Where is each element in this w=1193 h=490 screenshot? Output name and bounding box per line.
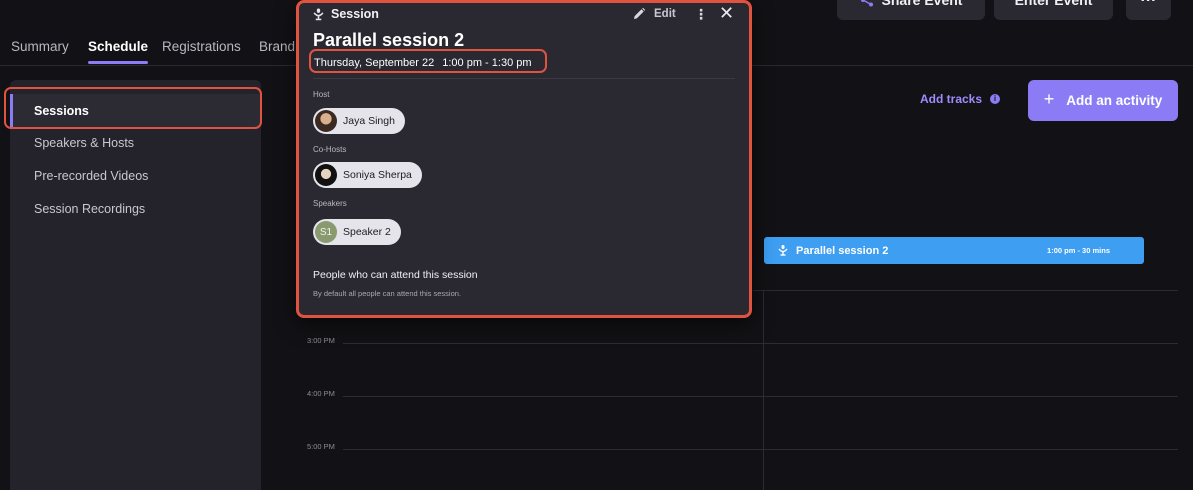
grid-line — [343, 449, 1178, 450]
popup-time: 1:00 pm - 1:30 pm — [442, 57, 532, 69]
grid-line — [753, 290, 1178, 291]
tab-brand[interactable]: Brand — [259, 39, 295, 54]
host-name: Jaya Singh — [343, 115, 395, 127]
sidebar-item-sessions[interactable]: Sessions — [10, 94, 261, 127]
edit-button[interactable]: Edit — [632, 7, 676, 21]
cohosts-label: Co-Hosts — [313, 145, 347, 154]
grid-column-divider — [763, 290, 764, 490]
sidebar-item-prerecorded-videos[interactable]: Pre-recorded Videos — [10, 159, 261, 192]
tab-registrations[interactable]: Registrations — [162, 39, 241, 54]
avatar: S1 — [315, 221, 337, 243]
share-event-label: Share Event — [881, 0, 963, 8]
add-tracks-label: Add tracks — [920, 92, 983, 106]
add-activity-label: Add an activity — [1066, 93, 1163, 108]
session-block[interactable]: Parallel session 2 1:00 pm - 30 mins — [764, 237, 1144, 264]
grid-line — [343, 396, 1178, 397]
time-label: 3:00 PM — [307, 336, 335, 345]
divider — [313, 78, 735, 79]
sidebar-item-label: Session Recordings — [34, 201, 146, 216]
popup-title: Parallel session 2 — [313, 30, 465, 50]
grid-line — [343, 343, 1178, 344]
session-details-popup: Session Edit ⋮ ✕ Parallel session 2 Thur… — [296, 0, 752, 318]
sidebar-item-label: Pre-recorded Videos — [34, 168, 149, 183]
popup-date: Thursday, September 22 — [314, 57, 435, 69]
sidebar-item-label: Speakers & Hosts — [34, 135, 135, 150]
attend-title: People who can attend this session — [313, 269, 478, 281]
avatar — [315, 110, 337, 132]
popup-header: Session — [313, 7, 379, 21]
enter-event-button[interactable]: Enter Event — [994, 0, 1113, 20]
time-label: 4:00 PM — [307, 389, 335, 398]
add-tracks-button[interactable]: Add tracks i — [920, 92, 1001, 106]
avatar — [315, 164, 337, 186]
session-icon — [313, 7, 324, 20]
info-icon: i — [990, 94, 1001, 104]
host-chip[interactable]: Jaya Singh — [313, 108, 405, 134]
add-activity-button[interactable]: + Add an activity — [1028, 80, 1178, 121]
session-block-name: Parallel session 2 — [796, 244, 889, 257]
host-label: Host — [313, 90, 330, 99]
speakers-label: Speakers — [313, 199, 347, 208]
sidebar-item-speakers-hosts[interactable]: Speakers & Hosts — [10, 126, 261, 159]
sidebar: Sessions Speakers & Hosts Pre-recorded V… — [10, 80, 261, 490]
sidebar-item-session-recordings[interactable]: Session Recordings — [10, 192, 261, 225]
session-block-time: 1:00 pm - 30 mins — [1047, 246, 1110, 255]
session-icon — [778, 245, 788, 256]
popup-datetime: Thursday, September 22 1:00 pm - 1:30 pm — [314, 57, 532, 69]
share-event-button[interactable]: Share Event — [837, 0, 985, 20]
tab-schedule[interactable]: Schedule — [88, 39, 149, 64]
cohost-name: Soniya Sherpa — [343, 169, 412, 181]
edit-label: Edit — [654, 8, 676, 20]
enter-event-label: Enter Event — [1014, 0, 1093, 8]
edit-pencil-icon — [634, 7, 646, 19]
more-label: ··· — [1140, 0, 1157, 9]
sidebar-item-label: Sessions — [34, 103, 89, 118]
share-icon — [860, 0, 873, 7]
time-label: 5:00 PM — [307, 442, 335, 451]
tab-summary[interactable]: Summary — [11, 39, 69, 54]
kebab-menu-icon[interactable]: ⋮ — [694, 6, 708, 23]
cohost-chip[interactable]: Soniya Sherpa — [313, 162, 422, 188]
attend-subtitle: By default all people can attend this se… — [313, 289, 462, 298]
plus-icon: + — [1043, 89, 1055, 109]
close-icon[interactable]: ✕ — [719, 3, 734, 24]
speaker-name: Speaker 2 — [343, 226, 391, 238]
more-options-button[interactable]: ··· — [1126, 0, 1171, 20]
speaker-chip[interactable]: S1 Speaker 2 — [313, 219, 401, 245]
popup-type-label: Session — [331, 7, 379, 21]
